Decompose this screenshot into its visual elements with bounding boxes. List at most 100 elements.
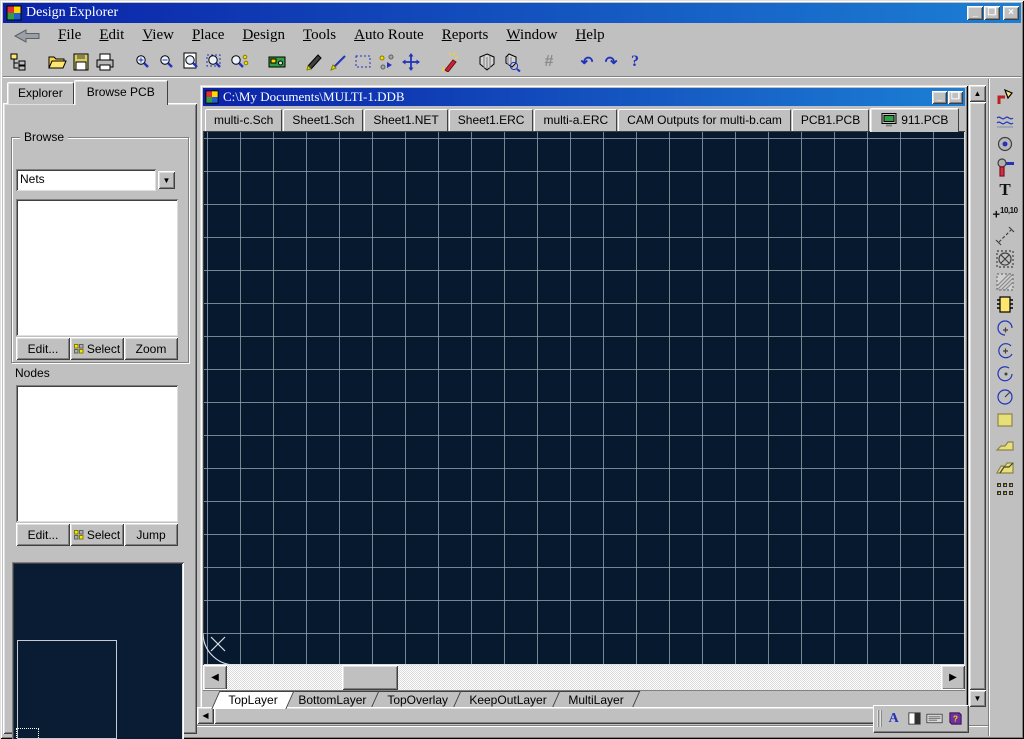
menu-window[interactable]: Window [497,25,566,46]
scroll-right-button[interactable]: ▶ [941,665,965,690]
zoom-document-icon[interactable] [179,50,203,74]
string-icon[interactable]: T [992,178,1018,201]
menu-design[interactable]: Design [233,25,294,46]
app-icon[interactable] [6,5,22,21]
hatched-fill-icon[interactable] [992,270,1018,293]
print-icon[interactable] [93,50,117,74]
document-restore-button[interactable]: ❐ [948,91,963,104]
via-icon[interactable] [992,155,1018,178]
ime-font-icon[interactable]: A [885,710,903,728]
pcb-canvas[interactable] [203,131,965,665]
deselect-icon[interactable] [375,50,399,74]
document-tab-sheet1.erc[interactable]: Sheet1.ERC [449,109,534,131]
menu-reports[interactable]: Reports [433,25,498,46]
knife-icon[interactable] [303,50,327,74]
ime-drag-handle[interactable] [877,710,882,727]
sidebar-tab-browse-pcb[interactable]: Browse PCB [74,80,168,105]
fill-region-icon[interactable] [992,247,1018,270]
menu-auto-route[interactable]: Auto Route [345,25,433,46]
scrollbar-thumb[interactable] [214,707,968,724]
view-3d-icon[interactable] [475,50,499,74]
ime-toolbar[interactable]: A? [873,705,968,732]
scrollbar-thumb[interactable] [342,665,398,690]
board-minimap[interactable] [12,562,184,739]
menu-place[interactable]: Place [183,25,233,46]
document-icon[interactable] [205,90,219,104]
move-icon[interactable] [399,50,423,74]
zoom-out-icon[interactable] [155,50,179,74]
split-plane-icon[interactable] [992,454,1018,477]
sidebar-tab-explorer[interactable]: Explorer [7,82,74,104]
zoom-selection-icon[interactable] [203,50,227,74]
document-tab-pcb1.pcb[interactable]: PCB1.PCB [792,109,869,131]
minimize-button[interactable]: _ [967,6,983,20]
zoom-points-icon[interactable] [227,50,251,74]
arc-angle-icon[interactable] [992,362,1018,385]
document-tab-multi-c.sch[interactable]: multi-c.Sch [205,109,282,131]
component-icon[interactable] [992,293,1018,316]
dimension-icon[interactable] [992,224,1018,247]
nodes-edit-button[interactable]: Edit... [16,523,70,546]
scroll-left-button[interactable]: ◀ [197,707,214,724]
minimap-viewport-rect[interactable] [16,728,39,739]
browse-3d-icon[interactable] [499,50,523,74]
open-document-icon[interactable] [45,50,69,74]
scrollbar-track[interactable] [227,665,941,690]
browse-type-value[interactable]: Nets [16,169,156,191]
document-tab-911.pcb[interactable]: 911.PCB [870,108,959,132]
selection-rect-icon[interactable] [351,50,375,74]
nodes-select-button[interactable]: Select [70,523,124,546]
wand-icon[interactable] [437,50,461,74]
browse-select-button[interactable]: Select [70,337,124,360]
polygon-plane-icon[interactable] [992,431,1018,454]
nodes-jump-button[interactable]: Jump [124,523,178,546]
restore-button[interactable]: ❐ [984,6,1000,20]
draw-line-icon[interactable] [327,50,351,74]
document-tab-multi-a.erc[interactable]: multi-a.ERC [534,109,617,131]
menu-view[interactable]: View [133,25,183,46]
help-icon[interactable]: ? [623,50,647,74]
browse-board-icon[interactable] [265,50,289,74]
nodes-listbox[interactable] [16,385,178,522]
ime-halfwidth-icon[interactable] [905,710,923,728]
arc-center-icon[interactable] [992,339,1018,362]
workspace-horizontal-scrollbar[interactable]: ◀ [197,707,968,724]
zoom-in-icon[interactable] [131,50,155,74]
scroll-down-button[interactable]: ▼ [969,690,986,707]
document-tab-sheet1.net[interactable]: Sheet1.NET [364,109,447,131]
menu-help[interactable]: Help [566,25,613,46]
document-tab-cam-outputs-for-multi-b.cam[interactable]: CAM Outputs for multi-b.cam [618,109,791,131]
menu-edit[interactable]: Edit [90,25,133,46]
menu-arrow-icon[interactable] [13,29,41,43]
browse-type-combobox[interactable]: Nets ▼ [16,169,177,191]
scroll-up-button[interactable]: ▲ [969,85,986,102]
ime-help-icon[interactable]: ? [946,710,964,728]
interactive-route-icon[interactable] [992,86,1018,109]
layer-tab-toplayer[interactable]: TopLayer [209,691,295,709]
nets-listbox[interactable] [16,199,178,336]
combobox-dropdown-button[interactable]: ▼ [158,171,175,189]
explorer-panel-icon[interactable] [7,50,31,74]
scrollbar-thumb[interactable] [969,102,986,690]
document-titlebar[interactable]: C:\My Documents\MULTI-1.DDB _ ❐ [203,88,965,106]
document-minimize-button[interactable]: _ [932,91,947,104]
browse-edit-button[interactable]: Edit... [16,337,70,360]
pad-array-icon[interactable] [992,477,1018,500]
close-button[interactable]: × [1003,6,1019,20]
redo-icon[interactable]: ↷ [599,50,623,74]
document-tab-sheet1.sch[interactable]: Sheet1.Sch [283,109,363,131]
pad-icon[interactable] [992,132,1018,155]
browse-zoom-button[interactable]: Zoom [124,337,178,360]
fill-icon[interactable] [992,408,1018,431]
arc-edge-icon[interactable] [992,316,1018,339]
ime-keyboard-icon[interactable] [926,710,944,728]
save-icon[interactable] [69,50,93,74]
workspace-vertical-scrollbar[interactable]: ▲ ▼ [969,85,986,707]
minimap-canvas[interactable] [14,564,182,739]
multiple-tracks-icon[interactable] [992,109,1018,132]
menu-tools[interactable]: Tools [294,25,345,46]
titlebar[interactable]: Design Explorer _ ❐ × [3,3,1021,23]
pcb-horizontal-scrollbar[interactable]: ◀ ▶ [203,665,965,690]
grid-icon[interactable]: # [537,50,561,74]
undo-icon[interactable]: ↶ [575,50,599,74]
